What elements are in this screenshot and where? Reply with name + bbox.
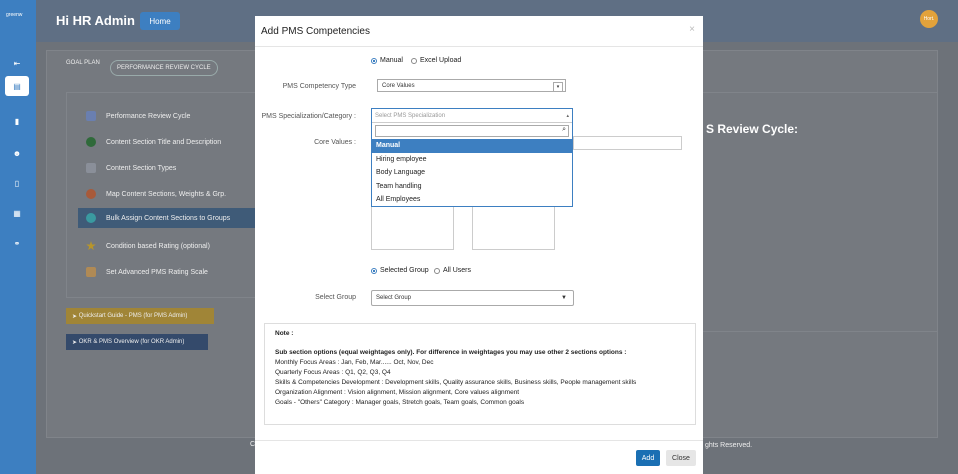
radio-all-users[interactable]: All Users (434, 267, 471, 274)
select-group-select[interactable]: Select Group ▼ (371, 290, 574, 306)
dropdown-option[interactable]: Hiring employee (372, 153, 572, 167)
dropdown-option[interactable]: Body Language (372, 166, 572, 180)
greeting: Hi HR Admin (56, 13, 135, 28)
document-icon[interactable]: ▯ (8, 176, 26, 190)
note-line: Monthly Focus Areas : Jan, Feb, Mar.....… (275, 359, 434, 366)
specialization-placeholder: Select PMS Specialization (375, 112, 446, 119)
menu-item[interactable]: Content Section Title and Description (86, 132, 221, 152)
select-group-placeholder: Select Group (376, 295, 412, 301)
specialization-dropdown[interactable]: Select PMS Specialization ▴ ⌕ Manual Hiri… (371, 108, 573, 207)
dashboard-icon[interactable]: ▤ (5, 76, 29, 96)
home-button[interactable]: Home (140, 12, 180, 30)
divider (255, 46, 703, 47)
okr-overview-button[interactable]: ➤ OKR & PMS Overview (for OKR Admin) (66, 334, 208, 350)
radio-manual[interactable]: Manual (371, 57, 403, 64)
dropdown-search-input[interactable]: ⌕ (375, 125, 569, 137)
close-icon[interactable]: × (689, 24, 695, 35)
footer-divider (255, 440, 703, 441)
chevron-down-icon: ▼ (561, 295, 567, 301)
copyright-text: ghts Reserved. (705, 442, 753, 449)
avatar[interactable]: Hort. (920, 10, 938, 28)
select-group-label: Select Group (315, 294, 356, 301)
sidebar: greenw ⇤ ▤ ▮ ☻ ▯ ▦ ⚭ (0, 0, 36, 474)
menu-item-label: Performance Review Cycle (106, 112, 191, 120)
competency-type-label: PMS Competency Type (282, 83, 356, 90)
handshake-icon[interactable]: ⚭ (8, 236, 26, 250)
brand-logo: greenw (6, 12, 23, 18)
dropdown-option[interactable]: All Employees (372, 193, 572, 207)
menu-item-label: Content Section Title and Description (106, 138, 222, 146)
chevron-down-icon: ▾ (553, 82, 563, 92)
close-button[interactable]: Close (666, 450, 696, 466)
radio-dot (371, 57, 377, 64)
menu-item-label: Set Advanced PMS Rating Scale (106, 268, 208, 276)
competency-type-select[interactable]: Core Values ▾ (377, 79, 566, 92)
menu-item[interactable]: Set Advanced PMS Rating Scale (86, 262, 208, 282)
group-list-right[interactable] (472, 200, 555, 250)
dropdown-option[interactable]: Team handling (372, 180, 572, 194)
chart-icon[interactable]: ▦ (8, 206, 26, 220)
radio-dot (434, 267, 440, 274)
note-line: Organization Alignment : Vision alignmen… (275, 389, 520, 396)
group-list-left[interactable] (371, 200, 454, 250)
star-icon (86, 241, 96, 251)
menu-item-label: Condition based Rating (optional) (106, 242, 210, 250)
radio-dot (371, 267, 377, 274)
dropdown-option[interactable]: Manual (372, 139, 572, 153)
calendar-icon (86, 111, 96, 121)
radio-label: Manual (380, 57, 403, 64)
map-icon (86, 189, 96, 199)
modal-title: Add PMS Competencies (261, 26, 370, 37)
menu-item-label: Content Section Types (106, 164, 177, 172)
note-title: Note : (275, 330, 294, 337)
note-panel: Note : Sub section options (equal weight… (264, 323, 696, 425)
tab-goal-plan[interactable]: GOAL PLAN (66, 60, 100, 66)
specialization-select[interactable]: Select PMS Specialization ▴ (372, 109, 572, 123)
quickstart-guide-button[interactable]: ➤ Quickstart Guide - PMS (for PMS Admin) (66, 308, 214, 324)
core-values-label: Core Values : (314, 139, 356, 146)
competency-type-value: Core Values (382, 82, 415, 89)
search-icon: ⌕ (562, 126, 566, 133)
radio-selected-group[interactable]: Selected Group (371, 267, 429, 274)
radio-label: All Users (443, 267, 472, 274)
chevron-up-icon: ▴ (566, 112, 569, 119)
specialization-label: PMS Specialization/Category : (261, 113, 356, 120)
note-line: Quarterly Focus Areas : Q1, Q2, Q3, Q4 (275, 369, 391, 376)
book-icon[interactable]: ▮ (8, 114, 26, 128)
radio-label: Excel Upload (420, 57, 462, 64)
note-line: Goals - "Others" Category : Manager goal… (275, 399, 525, 406)
menu-item-label: Map Content Sections, Weights & Grp. (106, 190, 227, 198)
collapse-icon[interactable]: ⇤ (8, 56, 26, 70)
core-values-input[interactable] (573, 136, 682, 150)
menu-item-active[interactable]: Bulk Assign Content Sections to Groups (78, 208, 266, 228)
menu-item[interactable]: Performance Review Cycle (86, 106, 190, 126)
note-line: Sub section options (equal weightages on… (275, 349, 627, 356)
tab-performance-review-cycle[interactable]: PERFORMANCE REVIEW CYCLE (110, 60, 218, 76)
menu-item[interactable]: Condition based Rating (optional) (86, 236, 210, 256)
pencil-icon (86, 267, 96, 277)
menu-item[interactable]: Map Content Sections, Weights & Grp. (86, 184, 226, 204)
radio-label: Selected Group (380, 267, 429, 274)
section-icon (86, 137, 96, 147)
quickstart-label: Quickstart Guide - PMS (for PMS Admin) (78, 313, 188, 319)
radio-excel-upload[interactable]: Excel Upload (411, 57, 461, 64)
assign-icon (86, 213, 96, 223)
okr-label: OKR & PMS Overview (for OKR Admin) (78, 339, 185, 345)
menu-item-label: Bulk Assign Content Sections to Groups (106, 214, 231, 222)
menu-item[interactable]: Content Section Types (86, 158, 176, 178)
types-icon (86, 163, 96, 173)
note-line: Skills & Competencies Development : Deve… (275, 379, 637, 386)
radio-dot (411, 57, 417, 64)
review-cycle-heading: S Review Cycle: (706, 122, 799, 136)
add-button[interactable]: Add (636, 450, 660, 466)
users-icon[interactable]: ☻ (8, 146, 26, 160)
